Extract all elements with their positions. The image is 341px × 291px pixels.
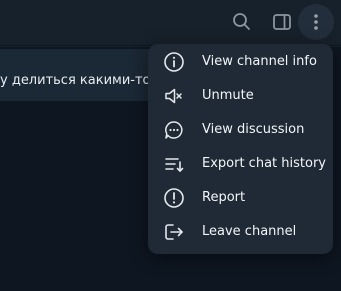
search-icon — [233, 13, 250, 30]
report-icon — [162, 186, 186, 210]
menu-item-view-channel-info[interactable]: View channel info — [148, 45, 333, 79]
menu-item-label: Report — [202, 190, 246, 205]
speaker-muted-icon — [162, 84, 186, 108]
chat-header — [0, 0, 341, 46]
info-icon — [162, 50, 186, 74]
menu-item-label: View discussion — [202, 122, 305, 137]
menu-item-view-discussion[interactable]: View discussion — [148, 113, 333, 147]
leave-icon — [162, 220, 186, 244]
channel-menu: View channel info Unmute View discussion… — [148, 44, 333, 254]
menu-item-label: Leave channel — [202, 224, 297, 239]
menu-item-unmute[interactable]: Unmute — [148, 79, 333, 113]
menu-item-label: Unmute — [202, 88, 254, 103]
more-vertical-icon — [314, 14, 318, 30]
menu-item-export-chat-history[interactable]: Export chat history — [148, 147, 333, 181]
menu-item-report[interactable]: Report — [148, 181, 333, 215]
menu-item-label: Export chat history — [202, 156, 326, 171]
sidebar-toggle-button[interactable] — [264, 4, 300, 40]
app-window: у делиться какими-то новостями и мыслям.… — [0, 0, 341, 291]
chat-bubble-icon — [162, 118, 186, 142]
export-history-icon — [162, 152, 186, 176]
sidebar-toggle-icon — [273, 14, 291, 30]
menu-item-leave-channel[interactable]: Leave channel — [148, 215, 333, 249]
search-button[interactable] — [224, 4, 260, 40]
menu-item-label: View channel info — [202, 54, 317, 69]
more-button[interactable] — [298, 4, 334, 40]
